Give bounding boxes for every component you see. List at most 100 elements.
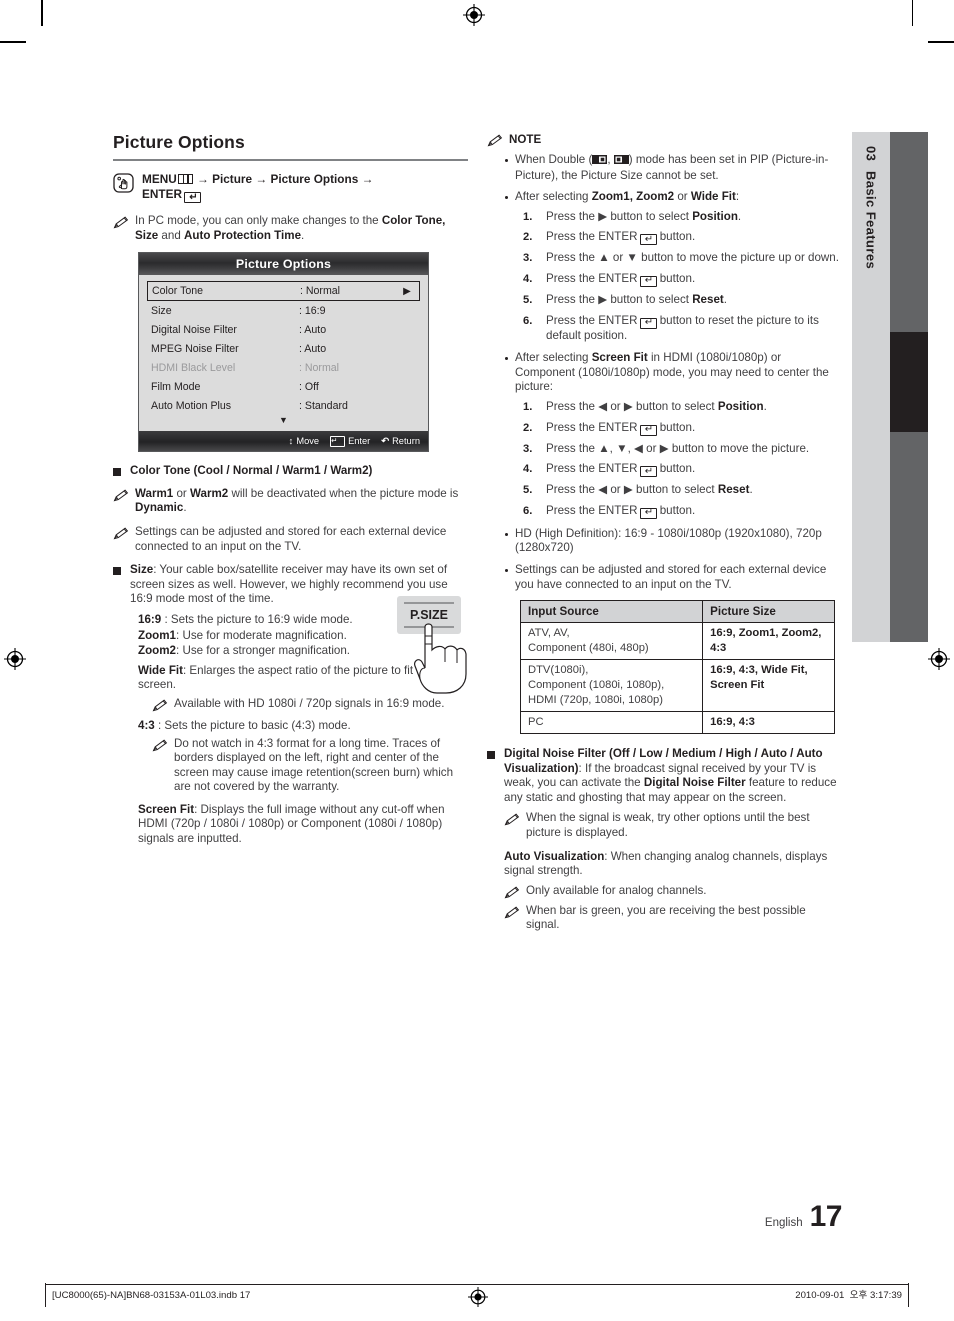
left-column: Picture Options MENU → Picture → Picture… bbox=[113, 132, 468, 847]
note-dnf-weak-signal: When the signal is weak, try other optio… bbox=[504, 811, 842, 840]
crop-mark-top-right-vertical bbox=[911, 0, 913, 26]
auto-visualization-text: Auto Visualization: When changing analog… bbox=[504, 849, 828, 878]
step-number: 1. bbox=[523, 210, 533, 223]
square-bullet-icon bbox=[113, 567, 121, 576]
chapter-name: Basic Features bbox=[863, 171, 879, 270]
step-item: 2. Press the ENTER ↵ button. bbox=[523, 421, 842, 436]
menu-label: MENU bbox=[142, 171, 177, 186]
note-pc-mode: In PC mode, you can only make changes to… bbox=[113, 214, 468, 243]
note-title: NOTE bbox=[509, 133, 542, 146]
osd-label: Size bbox=[151, 304, 172, 317]
pencil-note-icon bbox=[152, 699, 168, 712]
step-item: 5. Press the ▶ button to select Reset. bbox=[523, 293, 842, 308]
osd-row-size[interactable]: Size : 16:9 bbox=[147, 301, 420, 320]
osd-label: Digital Noise Filter bbox=[151, 323, 237, 336]
note-bullet-settings: Settings can be adjusted and stored for … bbox=[505, 563, 842, 592]
step-text: Press the ENTER ↵ button. bbox=[546, 230, 696, 246]
pencil-note-icon bbox=[504, 886, 520, 899]
menu-grid-icon bbox=[177, 173, 193, 184]
section-digital-noise-filter: Digital Noise Filter (Off / Low / Medium… bbox=[487, 747, 842, 805]
footer-timestamp: 2010-09-01 오후 3:17:39 bbox=[795, 1287, 902, 1301]
note-bullet-pip-text: When Double (, ) mode has been set in PI… bbox=[515, 153, 829, 182]
osd-footer: ↕ Move ↵ Enter ↶ Return bbox=[139, 431, 428, 452]
pencil-note-icon bbox=[152, 739, 168, 752]
osd-body: Color Tone : Normal ▶ Size : 16:9 Digita… bbox=[139, 275, 428, 432]
footer-tick-right bbox=[908, 1283, 909, 1307]
table-row: PC 16:9, 4:3 bbox=[519, 711, 835, 735]
step-number: 5. bbox=[523, 293, 533, 306]
pencil-note-icon bbox=[504, 813, 520, 826]
step-item: 6. Press the ENTER ↵ button. bbox=[523, 504, 842, 519]
osd-row-film-mode[interactable]: Film Mode : Off bbox=[147, 377, 420, 396]
note-warm-deactivated: Warm1 or Warm2 will be deactivated when … bbox=[113, 487, 468, 516]
table-header-row: Input Source Picture Size bbox=[519, 600, 835, 624]
registration-target-right-icon bbox=[928, 648, 950, 670]
crop-mark-top-left-horizontal bbox=[0, 41, 26, 43]
note-bullet-hd: HD (High Definition): 16:9 - 1080i/1080p… bbox=[505, 527, 842, 556]
arrow-2: → bbox=[255, 171, 268, 186]
input-source-picture-size-table: Input Source Picture Size ATV, AV, Compo… bbox=[519, 600, 835, 735]
bullet-dot-icon bbox=[505, 196, 508, 200]
manual-page: 03 Basic Features Picture Options MENU →… bbox=[0, 0, 954, 1321]
enter-key-icon: ↵ bbox=[639, 275, 657, 287]
square-bullet-icon bbox=[113, 468, 121, 477]
step-item: 3. Press the ▲ or ▼ button to move the pi… bbox=[523, 251, 842, 266]
arrow-1: → bbox=[197, 171, 209, 186]
return-arrow-icon: ↶ bbox=[381, 435, 390, 446]
osd-row-digital-noise-filter[interactable]: Digital Noise Filter : Auto bbox=[147, 320, 420, 339]
note-bullet-zoom: After selecting Zoom1, Zoom2 or Wide Fit… bbox=[505, 190, 842, 205]
pencil-note-icon bbox=[113, 527, 129, 540]
enter-key-icon: ↵ bbox=[639, 507, 657, 519]
enter-key-icon: ↵ bbox=[330, 435, 346, 447]
pencil-note-icon bbox=[487, 134, 503, 147]
step-number: 6. bbox=[523, 504, 533, 517]
note-warm-text: Warm1 or Warm2 will be deactivated when … bbox=[135, 486, 459, 515]
step-text: Press the ▲ or ▼ button to move the pict… bbox=[546, 251, 839, 265]
footer-time: 오후 3:17:39 bbox=[849, 1290, 902, 1301]
note-wide-fit: Available with HD 1080i / 720p signals i… bbox=[152, 697, 468, 712]
mode-screen-fit: Screen Fit: Displays the full image with… bbox=[138, 802, 445, 846]
step-number: 6. bbox=[523, 314, 533, 327]
osd-label: Film Mode bbox=[151, 380, 201, 393]
page-number: 17 bbox=[809, 1200, 843, 1233]
osd-return-hint: ↶ Return bbox=[381, 435, 420, 447]
step-text: Press the ◀ or ▶ button to select Reset. bbox=[546, 483, 753, 497]
osd-move-hint: ↕ Move bbox=[288, 436, 320, 447]
enter-key-icon: ↵ bbox=[639, 317, 657, 329]
remote-psize-button-illustration: P.SIZE bbox=[395, 594, 479, 699]
section-color-tone: Color Tone (Cool / Normal / Warm1 / Warm… bbox=[113, 464, 468, 479]
step-item: 6. Press the ENTER ↵ button to reset the p… bbox=[523, 314, 842, 344]
step-item: 1. Press the ▶ button to select Position. bbox=[523, 210, 842, 225]
step-number: 4. bbox=[523, 272, 533, 285]
menu-step-picture: Picture bbox=[212, 171, 253, 186]
osd-scroll-down-icon[interactable]: ▼ bbox=[147, 415, 420, 429]
note-auto-vis-green-bar-text: When bar is green, you are receiving the… bbox=[526, 903, 806, 932]
crop-mark-top-left-vertical bbox=[41, 0, 43, 26]
right-column: NOTE When Double (, ) mode has been set … bbox=[487, 132, 842, 942]
chapter-bar-lower bbox=[890, 432, 928, 642]
note-settings-stored: Settings can be adjusted and stored for … bbox=[113, 525, 468, 554]
menu-path: MENU → Picture → Picture Options → ENTER… bbox=[113, 171, 468, 203]
osd-row-auto-motion-plus[interactable]: Auto Motion Plus : Standard bbox=[147, 396, 420, 415]
chapter-number: 03 bbox=[863, 146, 879, 162]
step-item: 1. Press the ◀ or ▶ button to select Posi… bbox=[523, 400, 842, 415]
enter-key-icon: ↵ bbox=[639, 466, 657, 478]
table-cell-size: 16:9, 4:3, Wide Fit, Screen Fit bbox=[702, 659, 835, 713]
osd-row-color-tone[interactable]: Color Tone : Normal ▶ bbox=[147, 281, 420, 302]
table-cell-size: 16:9, 4:3 bbox=[702, 711, 835, 735]
step-text: Press the ▶ button to select Position. bbox=[546, 209, 742, 223]
note-wide-fit-text: Available with HD 1080i / 720p signals i… bbox=[174, 696, 445, 710]
osd-label: Color Tone bbox=[152, 285, 204, 298]
osd-value: : Auto bbox=[299, 342, 327, 355]
osd-value: : Normal bbox=[300, 285, 341, 298]
step-text: Press the ENTER ↵ button. bbox=[546, 420, 696, 436]
note-settings-text: Settings can be adjusted and stored for … bbox=[135, 524, 447, 553]
osd-row-mpeg-noise-filter[interactable]: MPEG Noise Filter : Auto bbox=[147, 339, 420, 358]
osd-row-hdmi-black-level: HDMI Black Level : Normal bbox=[147, 358, 420, 377]
step-text: Press the ENTER ↵ button. bbox=[546, 503, 696, 519]
note-bullet-zoom-lead: After selecting Zoom1, Zoom2 or Wide Fit… bbox=[515, 190, 740, 204]
step-text: Press the ENTER ↵ button. bbox=[546, 271, 696, 287]
table-header-input-source: Input Source bbox=[519, 600, 704, 624]
chapter-tab-bars bbox=[890, 132, 928, 642]
bullet-dot-icon bbox=[505, 159, 508, 162]
